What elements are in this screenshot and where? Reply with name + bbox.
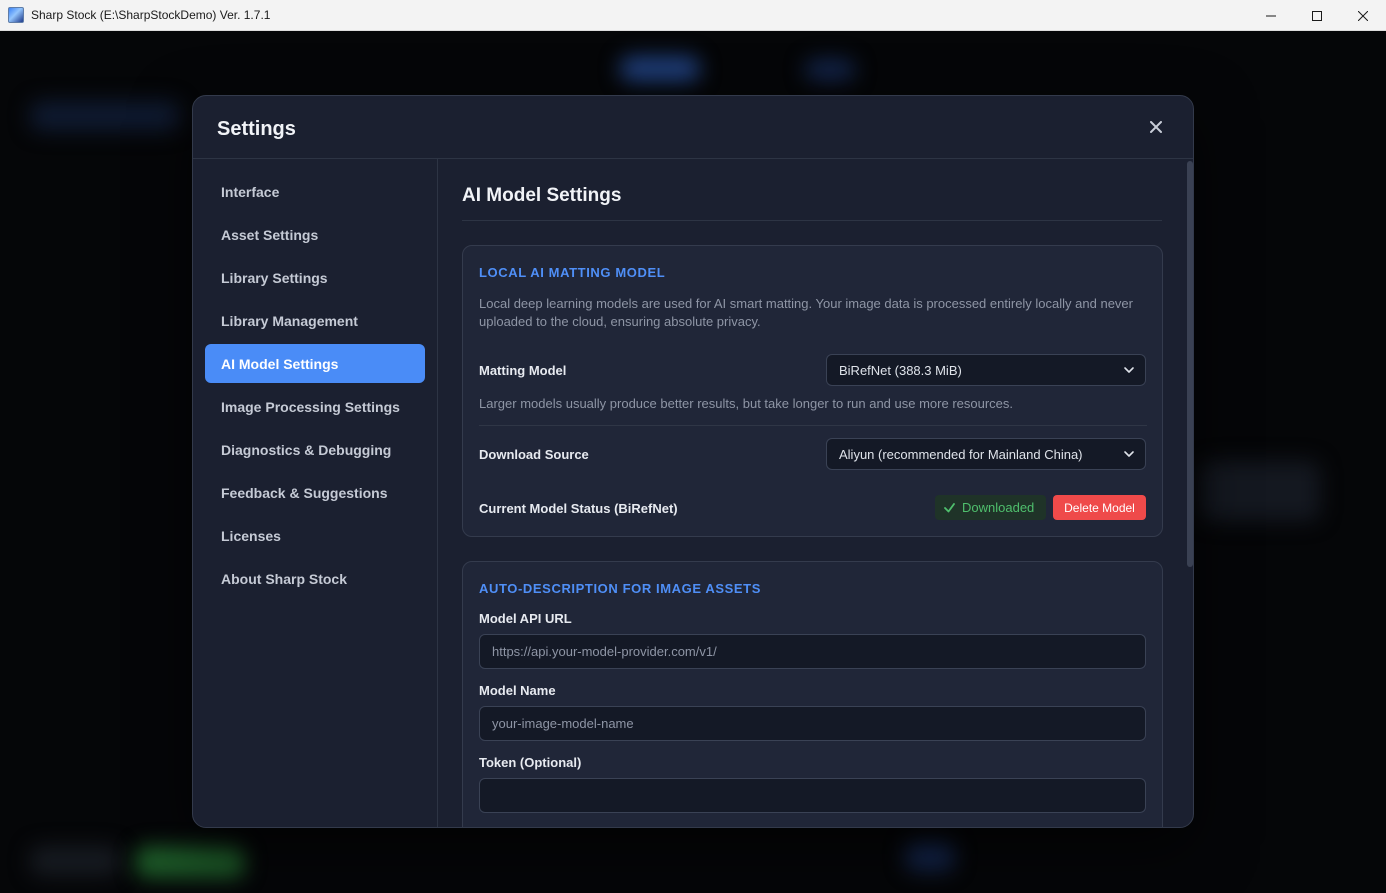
bg-blur [905, 841, 955, 871]
sidebar-item-diagnostics-debugging[interactable]: Diagnostics & Debugging [205, 430, 425, 469]
maximize-icon [1312, 10, 1322, 21]
matting-model-value: BiRefNet (388.3 MiB) [839, 362, 962, 378]
chevron-down-icon [1124, 367, 1134, 373]
card-description: Local deep learning models are used for … [479, 296, 1133, 329]
api-url-input[interactable] [479, 634, 1146, 669]
close-icon [1358, 10, 1368, 21]
sidebar-item-feedback-suggestions[interactable]: Feedback & Suggestions [205, 473, 425, 512]
sidebar-item-asset-settings[interactable]: Asset Settings [205, 215, 425, 254]
sidebar-item-interface[interactable]: Interface [205, 172, 425, 211]
window-close-button[interactable] [1340, 0, 1386, 31]
sidebar-item-licenses[interactable]: Licenses [205, 516, 425, 555]
bg-blur [1200, 461, 1320, 521]
settings-content: AI Model Settings LOCAL AI MATTING MODEL… [439, 159, 1193, 827]
bg-blur [135, 846, 245, 878]
sidebar-item-image-processing-settings[interactable]: Image Processing Settings [205, 387, 425, 426]
chevron-down-icon [1124, 451, 1134, 457]
download-source-select[interactable]: Aliyun (recommended for Mainland China) [826, 438, 1146, 470]
download-source-label: Download Source [479, 447, 589, 462]
api-url-label: Model API URL [479, 611, 572, 626]
status-text: Downloaded [962, 500, 1035, 515]
bg-blur [805, 59, 855, 81]
auto-description-card: AUTO-DESCRIPTION FOR IMAGE ASSETS Model … [462, 561, 1163, 827]
token-input[interactable] [479, 778, 1146, 813]
maximize-button[interactable] [1294, 0, 1340, 31]
window-titlebar: Sharp Stock (E:\SharpStockDemo) Ver. 1.7… [0, 0, 1386, 31]
divider [479, 425, 1147, 426]
card-heading: AUTO-DESCRIPTION FOR IMAGE ASSETS [479, 581, 761, 596]
sidebar-item-about[interactable]: About Sharp Stock [205, 559, 425, 598]
status-badge: Downloaded [935, 495, 1046, 520]
window-controls [1248, 0, 1386, 31]
bg-blur [30, 846, 120, 876]
modal-header: Settings [193, 96, 1193, 159]
delete-model-button[interactable]: Delete Model [1053, 495, 1146, 520]
minimize-icon [1266, 15, 1276, 16]
window-title: Sharp Stock (E:\SharpStockDemo) Ver. 1.7… [31, 8, 271, 22]
content-scrollbar[interactable] [1187, 161, 1193, 567]
modal-title: Settings [217, 118, 296, 140]
model-status-label: Current Model Status (BiRefNet) [479, 501, 678, 516]
matting-model-select[interactable]: BiRefNet (388.3 MiB) [826, 354, 1146, 386]
local-matting-model-card: LOCAL AI MATTING MODEL Local deep learni… [462, 245, 1163, 537]
matting-model-label: Matting Model [479, 363, 567, 378]
modal-close-button[interactable] [1145, 116, 1167, 138]
token-label: Token (Optional) [479, 755, 582, 770]
app-icon [8, 7, 24, 23]
settings-sidebar: Interface Asset Settings Library Setting… [193, 159, 438, 827]
download-source-value: Aliyun (recommended for Mainland China) [839, 446, 1083, 462]
matting-model-hint: Larger models usually produce better res… [479, 396, 1014, 411]
card-heading: LOCAL AI MATTING MODEL [479, 265, 666, 280]
section-title: AI Model Settings [462, 185, 622, 206]
close-icon [1150, 121, 1162, 133]
bg-blur [620, 56, 700, 82]
settings-modal: Settings Interface Asset Settings Librar… [192, 95, 1194, 828]
check-icon [944, 503, 955, 513]
bg-blur [30, 101, 180, 131]
sidebar-item-library-management[interactable]: Library Management [205, 301, 425, 340]
sidebar-item-ai-model-settings[interactable]: AI Model Settings [205, 344, 425, 383]
model-name-label: Model Name [479, 683, 556, 698]
sidebar-item-library-settings[interactable]: Library Settings [205, 258, 425, 297]
minimize-button[interactable] [1248, 0, 1294, 31]
section-divider [462, 220, 1162, 221]
model-name-input[interactable] [479, 706, 1146, 741]
